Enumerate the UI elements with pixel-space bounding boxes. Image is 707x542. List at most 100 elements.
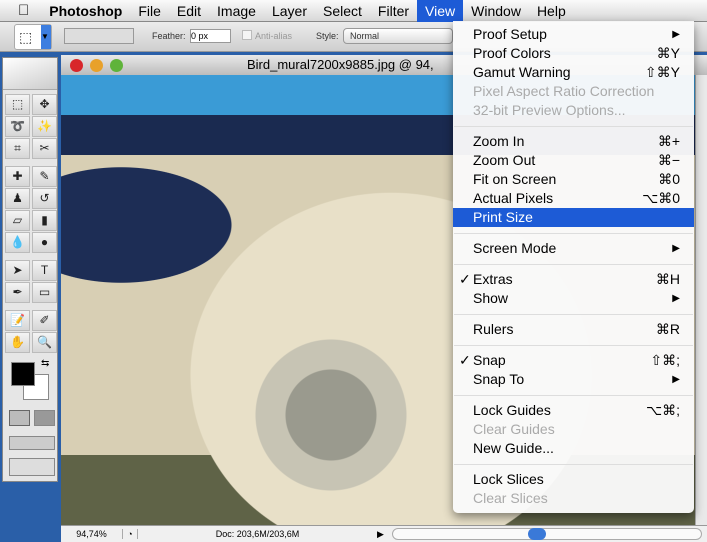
menu-item-label: Zoom In — [473, 133, 525, 149]
menu-item-proof-setup[interactable]: Proof Setup ▶ — [453, 25, 694, 44]
tool-notes[interactable]: 📝 — [5, 310, 30, 331]
menu-item-extras[interactable]: ✓ Extras ⌘H — [453, 270, 694, 289]
menu-item-pixel-aspect-ratio-correction: Pixel Aspect Ratio Correction — [453, 82, 694, 101]
document-info: Doc: 203,6M/203,6M — [137, 529, 377, 539]
status-arrow-icon[interactable]: ▶ — [377, 529, 384, 540]
tool-hand[interactable]: ✋ — [5, 332, 30, 353]
vertical-scrollbar[interactable] — [695, 75, 707, 525]
menu-item-label: Print Size — [473, 209, 533, 225]
menu-filter[interactable]: Filter — [370, 0, 417, 22]
foreground-color-swatch[interactable] — [11, 362, 35, 386]
selection-mode-buttons[interactable] — [64, 28, 134, 44]
menu-item-label: Pixel Aspect Ratio Correction — [473, 83, 655, 99]
menu-item-shortcut: ⌥⌘; — [645, 402, 680, 418]
submenu-arrow-icon: ▶ — [672, 374, 680, 385]
tool-shape[interactable]: ▭ — [32, 282, 57, 303]
menu-separator — [453, 120, 694, 132]
menu-item-lock-guides[interactable]: Lock Guides ⌥⌘; — [453, 401, 694, 420]
menu-item-label: Show — [473, 290, 509, 306]
menu-view[interactable]: View — [417, 0, 464, 22]
tool-type[interactable]: T — [32, 260, 57, 281]
apple-menu-icon[interactable]:  — [0, 0, 41, 22]
menu-item-shortcut: ⌘0 — [658, 171, 680, 187]
menu-item-label: Lock Slices — [473, 471, 544, 487]
antialias-checkbox[interactable] — [242, 30, 252, 40]
photoshop-feather-logo — [3, 58, 57, 90]
menu-bar: PhotoshopFileEditImageLayerSelectFilter… — [0, 0, 707, 22]
tool-history-brush[interactable]: ↺ — [32, 188, 57, 209]
menu-item-new-guide[interactable]: New Guide... — [453, 439, 694, 458]
tool-healing-brush[interactable]: ✚ — [5, 166, 30, 187]
document-title: Bird_mural7200x9885.jpg @ 94, — [247, 57, 434, 72]
checkmark-icon: ✓ — [459, 271, 471, 287]
menu-item-clear-guides: Clear Guides — [453, 420, 694, 439]
feather-input[interactable] — [190, 29, 231, 43]
status-menu-icon[interactable]: ◔ — [123, 529, 137, 539]
quick-mask-button[interactable] — [34, 410, 55, 426]
screen-mode-buttons[interactable] — [9, 436, 55, 450]
menu-app-name[interactable]: Photoshop — [41, 0, 130, 22]
menu-item-gamut-warning[interactable]: Gamut Warning ⇧⌘Y — [453, 63, 694, 82]
menu-item-label: Actual Pixels — [473, 190, 554, 206]
menu-window[interactable]: Window — [463, 0, 529, 22]
tool-blur[interactable]: 💧 — [5, 232, 30, 253]
menu-item-snap[interactable]: ✓ Snap ⇧⌘; — [453, 351, 694, 370]
tool-gradient[interactable]: ▮ — [32, 210, 57, 231]
menu-item-actual-pixels[interactable]: Actual Pixels ⌥⌘0 — [453, 189, 694, 208]
tool-slice[interactable]: ✂ — [32, 138, 57, 159]
zoom-button[interactable] — [110, 59, 123, 72]
menu-item-label: Proof Setup — [473, 26, 547, 42]
menu-item-shortcut: ⌘− — [657, 152, 680, 168]
menu-item-snap-to[interactable]: Snap To ▶ — [453, 370, 694, 389]
menu-item-shortcut: ⌘+ — [657, 133, 680, 149]
menu-item-fit-on-screen[interactable]: Fit on Screen ⌘0 — [453, 170, 694, 189]
menu-item-print-size[interactable]: Print Size — [453, 208, 694, 227]
marquee-preset-picker[interactable]: ⬚ ▼ — [14, 24, 52, 50]
scroll-thumb[interactable] — [527, 528, 546, 540]
close-button[interactable] — [70, 59, 83, 72]
submenu-arrow-icon: ▶ — [672, 29, 680, 40]
menu-image[interactable]: Image — [209, 0, 264, 22]
tool-clone-stamp[interactable]: ♟ — [5, 188, 30, 209]
menu-layer[interactable]: Layer — [264, 0, 315, 22]
tool-pen[interactable]: ✒ — [5, 282, 30, 303]
menu-separator — [453, 308, 694, 320]
horizontal-scrollbar[interactable] — [391, 528, 702, 540]
toolbox: ⬚ ✥ ➰ ✨ ⌗ ✂ ✚ ✎ ♟ ↺ ▱ ▮ 💧 ● ➤ T ✒ ▭ 📝 ✐ ✋ 🔍 ⇆ — [2, 57, 58, 482]
menu-item-label: Snap To — [473, 371, 525, 387]
tool-rect-marquee[interactable]: ⬚ — [5, 94, 30, 115]
tool-lasso[interactable]: ➰ — [5, 116, 30, 137]
tool-path-select[interactable]: ➤ — [5, 260, 30, 281]
menu-item-zoom-out[interactable]: Zoom Out ⌘− — [453, 151, 694, 170]
menu-item-zoom-in[interactable]: Zoom In ⌘+ — [453, 132, 694, 151]
tool-dodge[interactable]: ● — [32, 232, 57, 253]
tool-magic-wand[interactable]: ✨ — [32, 116, 57, 137]
menu-edit[interactable]: Edit — [169, 0, 209, 22]
menu-separator — [453, 227, 694, 239]
swap-colors-icon[interactable]: ⇆ — [41, 358, 49, 369]
menu-select[interactable]: Select — [315, 0, 370, 22]
submenu-arrow-icon: ▶ — [672, 293, 680, 304]
menu-item-label: Clear Slices — [473, 490, 548, 506]
menu-file[interactable]: File — [130, 0, 169, 22]
menu-item-rulers[interactable]: Rulers ⌘R — [453, 320, 694, 339]
style-select[interactable]: Normal — [343, 28, 453, 44]
zoom-level[interactable]: 94,74% — [61, 529, 123, 539]
menu-item-screen-mode[interactable]: Screen Mode ▶ — [453, 239, 694, 258]
minimize-button[interactable] — [90, 59, 103, 72]
tool-crop[interactable]: ⌗ — [5, 138, 30, 159]
menu-item-label: Fit on Screen — [473, 171, 557, 187]
menu-item-lock-slices[interactable]: Lock Slices — [453, 470, 694, 489]
menu-help[interactable]: Help — [529, 0, 574, 22]
tool-zoom[interactable]: 🔍 — [32, 332, 57, 353]
jump-to-imageready-button[interactable] — [9, 458, 55, 476]
menu-item-show[interactable]: Show ▶ — [453, 289, 694, 308]
menu-item-label: Rulers — [473, 321, 514, 337]
menu-item-proof-colors[interactable]: Proof Colors ⌘Y — [453, 44, 694, 63]
tool-brush[interactable]: ✎ — [32, 166, 57, 187]
tool-eraser[interactable]: ▱ — [5, 210, 30, 231]
menu-item-label: Extras — [473, 271, 513, 287]
tool-eyedropper[interactable]: ✐ — [32, 310, 57, 331]
tool-move[interactable]: ✥ — [32, 94, 57, 115]
standard-mode-button[interactable] — [9, 410, 30, 426]
